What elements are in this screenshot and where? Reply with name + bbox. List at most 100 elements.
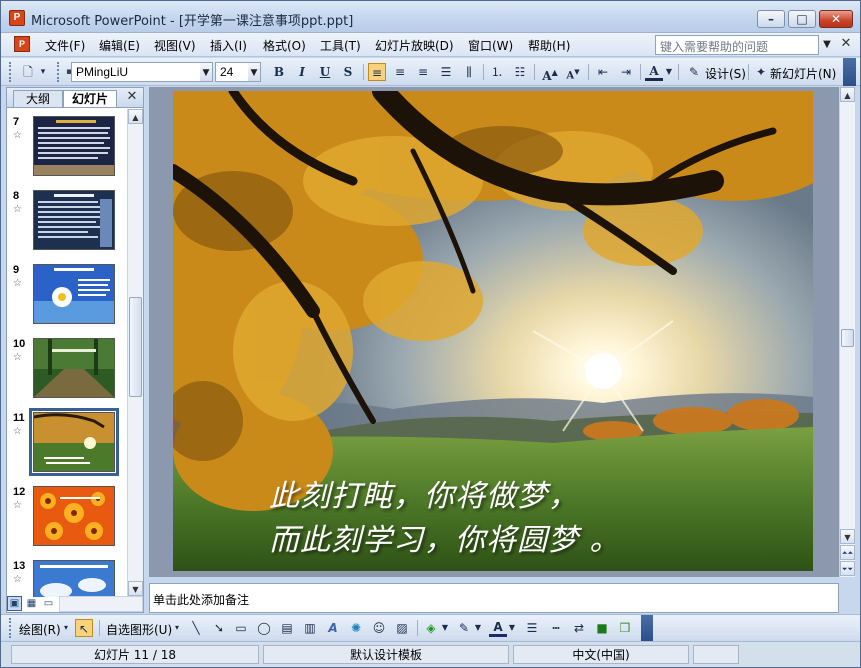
minimize-button[interactable]: – [757, 10, 785, 28]
align-left-icon[interactable]: ≡ [368, 63, 386, 81]
line-style-icon[interactable]: ☰ [523, 619, 541, 637]
rectangle-icon[interactable]: ▭ [232, 619, 250, 637]
font-name-dropdown-icon[interactable]: ▼ [200, 62, 213, 82]
design-button[interactable]: 设计(S) [705, 65, 746, 82]
new-slide-icon[interactable]: ✦ [752, 63, 770, 81]
align-center-icon[interactable]: ≡ [391, 63, 409, 81]
font-size-dropdown-icon[interactable]: ▼ [248, 62, 261, 82]
font-color-drawing-icon[interactable]: A [489, 619, 507, 637]
title-bar[interactable]: P Microsoft PowerPoint - [开学第一课注意事项ppt.p… [1, 1, 860, 33]
insert-picture-icon[interactable]: ▨ [393, 619, 411, 637]
arrow-icon[interactable]: ➘ [210, 619, 228, 637]
current-slide[interactable]: 此刻打盹，你将做梦， 而此刻学习，你将圆梦 。 [173, 91, 813, 571]
3d-style-icon[interactable]: ❒ [616, 619, 634, 637]
text-shadow-button[interactable]: S [339, 63, 357, 81]
tab-outline[interactable]: 大纲 [13, 90, 63, 107]
design-template-status[interactable]: 默认设计模板 [263, 645, 509, 664]
slide-thumbnail-image[interactable] [33, 338, 115, 398]
scroll-down-icon[interactable]: ▼ [128, 581, 143, 596]
slides-pane-horizontal-scrollbar[interactable] [59, 596, 143, 612]
select-pointer-icon[interactable]: ↖ [75, 619, 93, 637]
slide-sorter-view-icon[interactable]: ▦ [24, 596, 39, 611]
font-color-drawing-dropdown-icon[interactable]: ▼ [507, 619, 517, 637]
diagram-icon[interactable]: ✺ [347, 619, 365, 637]
powerpoint-app-icon[interactable]: P [9, 10, 25, 26]
slide-thumbnail-image[interactable] [33, 264, 115, 324]
menu-edit[interactable]: 编辑(E) [99, 37, 140, 54]
menu-insert[interactable]: 插入(I) [210, 37, 247, 54]
design-icon[interactable]: ✎ [685, 63, 703, 81]
toolbar-options-icon[interactable]: ▾ [37, 63, 49, 81]
underline-button[interactable]: U [316, 63, 334, 81]
menu-view[interactable]: 视图(V) [154, 37, 196, 54]
new-slide-button[interactable]: 新幻灯片(N) [770, 65, 836, 82]
decrease-font-size-icon[interactable]: A▼ [564, 63, 582, 81]
new-document-icon[interactable]: 🗋 [19, 63, 37, 81]
slide-thumbnail-image[interactable] [33, 116, 115, 176]
vertical-text-box-icon[interactable]: ▥ [301, 619, 319, 637]
increase-indent-icon[interactable]: ⇥ [617, 63, 635, 81]
scroll-up-icon[interactable]: ▲ [840, 87, 855, 102]
scroll-up-icon[interactable]: ▲ [128, 109, 143, 124]
menu-tools[interactable]: 工具(T) [320, 37, 361, 54]
toolbar-grip[interactable] [57, 62, 60, 82]
maximize-button[interactable]: □ [788, 10, 816, 28]
fill-color-dropdown-icon[interactable]: ▼ [440, 619, 450, 637]
slides-pane-scrollbar[interactable]: ▲ ▼ [127, 109, 143, 597]
menu-format[interactable]: 格式(O) [263, 37, 306, 54]
text-box-icon[interactable]: ▤ [278, 619, 296, 637]
bold-button[interactable]: B [270, 63, 288, 81]
menu-help[interactable]: 帮助(H) [528, 37, 570, 54]
slide-thumbnail-8[interactable]: 8 ☆ [7, 190, 127, 260]
autoshapes-dropdown-icon[interactable]: ▾ [172, 619, 182, 637]
scroll-down-icon[interactable]: ▼ [840, 529, 855, 544]
toolbar-grip[interactable] [9, 62, 12, 82]
slide-thumbnail-image[interactable] [33, 486, 115, 546]
help-dropdown-icon[interactable]: ▼ [820, 35, 834, 55]
font-color-icon[interactable]: A [645, 63, 663, 81]
shadow-style-icon[interactable]: ■ [593, 619, 611, 637]
slide-scrollbar[interactable]: ▲ ▼ ⏶⏶ ⏷⏷ [839, 87, 855, 577]
menu-window[interactable]: 窗口(W) [468, 37, 513, 54]
line-color-icon[interactable]: ✎ [455, 619, 473, 637]
slide-text-line-1[interactable]: 此刻打盹，你将做梦， [269, 471, 579, 515]
close-pane-icon[interactable]: ✕ [125, 89, 139, 105]
toolbar-overflow-icon[interactable] [843, 58, 856, 86]
numbering-icon[interactable]: ⒈ [488, 63, 506, 81]
font-name-combo[interactable]: PMingLiU [71, 62, 201, 82]
slide-thumbnail-7[interactable]: 7 ☆ [7, 116, 127, 186]
font-color-dropdown-icon[interactable]: ▼ [664, 63, 674, 81]
italic-button[interactable]: I [293, 63, 311, 81]
slide-thumbnail-image[interactable] [33, 190, 115, 250]
slideshow-view-icon[interactable]: ▭ [41, 596, 56, 611]
draw-menu-button[interactable]: 绘图(R) [19, 621, 61, 638]
notes-placeholder[interactable]: 单击此处添加备注 [153, 591, 249, 608]
autoshapes-button[interactable]: 自选图形(U) [106, 621, 172, 638]
menu-file[interactable]: 文件(F) [45, 37, 85, 54]
wordart-icon[interactable]: A [324, 619, 342, 637]
help-search-input[interactable]: 键入需要帮助的问题 [655, 35, 819, 55]
slide-thumbnail-10[interactable]: 10 ☆ [7, 338, 127, 408]
clip-art-icon[interactable]: ☺ [370, 619, 388, 637]
bullets-icon[interactable]: ☷ [511, 63, 529, 81]
align-right-icon[interactable]: ≡ [414, 63, 432, 81]
next-slide-icon[interactable]: ⏷⏷ [840, 561, 855, 576]
slide-thumbnail-9[interactable]: 9 ☆ [7, 264, 127, 334]
toolbar-grip[interactable] [9, 618, 12, 638]
line-icon[interactable]: ╲ [187, 619, 205, 637]
text-direction-icon[interactable]: ⫼ [460, 63, 478, 81]
slide-thumbnail-image[interactable] [33, 560, 115, 597]
slide-thumbnail-12[interactable]: 12 ☆ [7, 486, 127, 556]
arrow-style-icon[interactable]: ⇄ [570, 619, 588, 637]
decrease-indent-icon[interactable]: ⇤ [594, 63, 612, 81]
normal-view-icon[interactable]: ▣ [7, 596, 22, 611]
scroll-thumb[interactable] [841, 329, 854, 347]
slide-thumbnail-image-selected[interactable] [29, 408, 119, 476]
draw-dropdown-icon[interactable]: ▾ [61, 619, 71, 637]
slide-text-line-2[interactable]: 而此刻学习，你将圆梦 。 [269, 515, 621, 559]
fill-color-icon[interactable]: ◈ [422, 619, 440, 637]
line-color-dropdown-icon[interactable]: ▼ [473, 619, 483, 637]
scroll-thumb[interactable] [129, 297, 142, 397]
justify-icon[interactable]: ☰ [437, 63, 455, 81]
menu-slideshow[interactable]: 幻灯片放映(D) [375, 37, 454, 54]
